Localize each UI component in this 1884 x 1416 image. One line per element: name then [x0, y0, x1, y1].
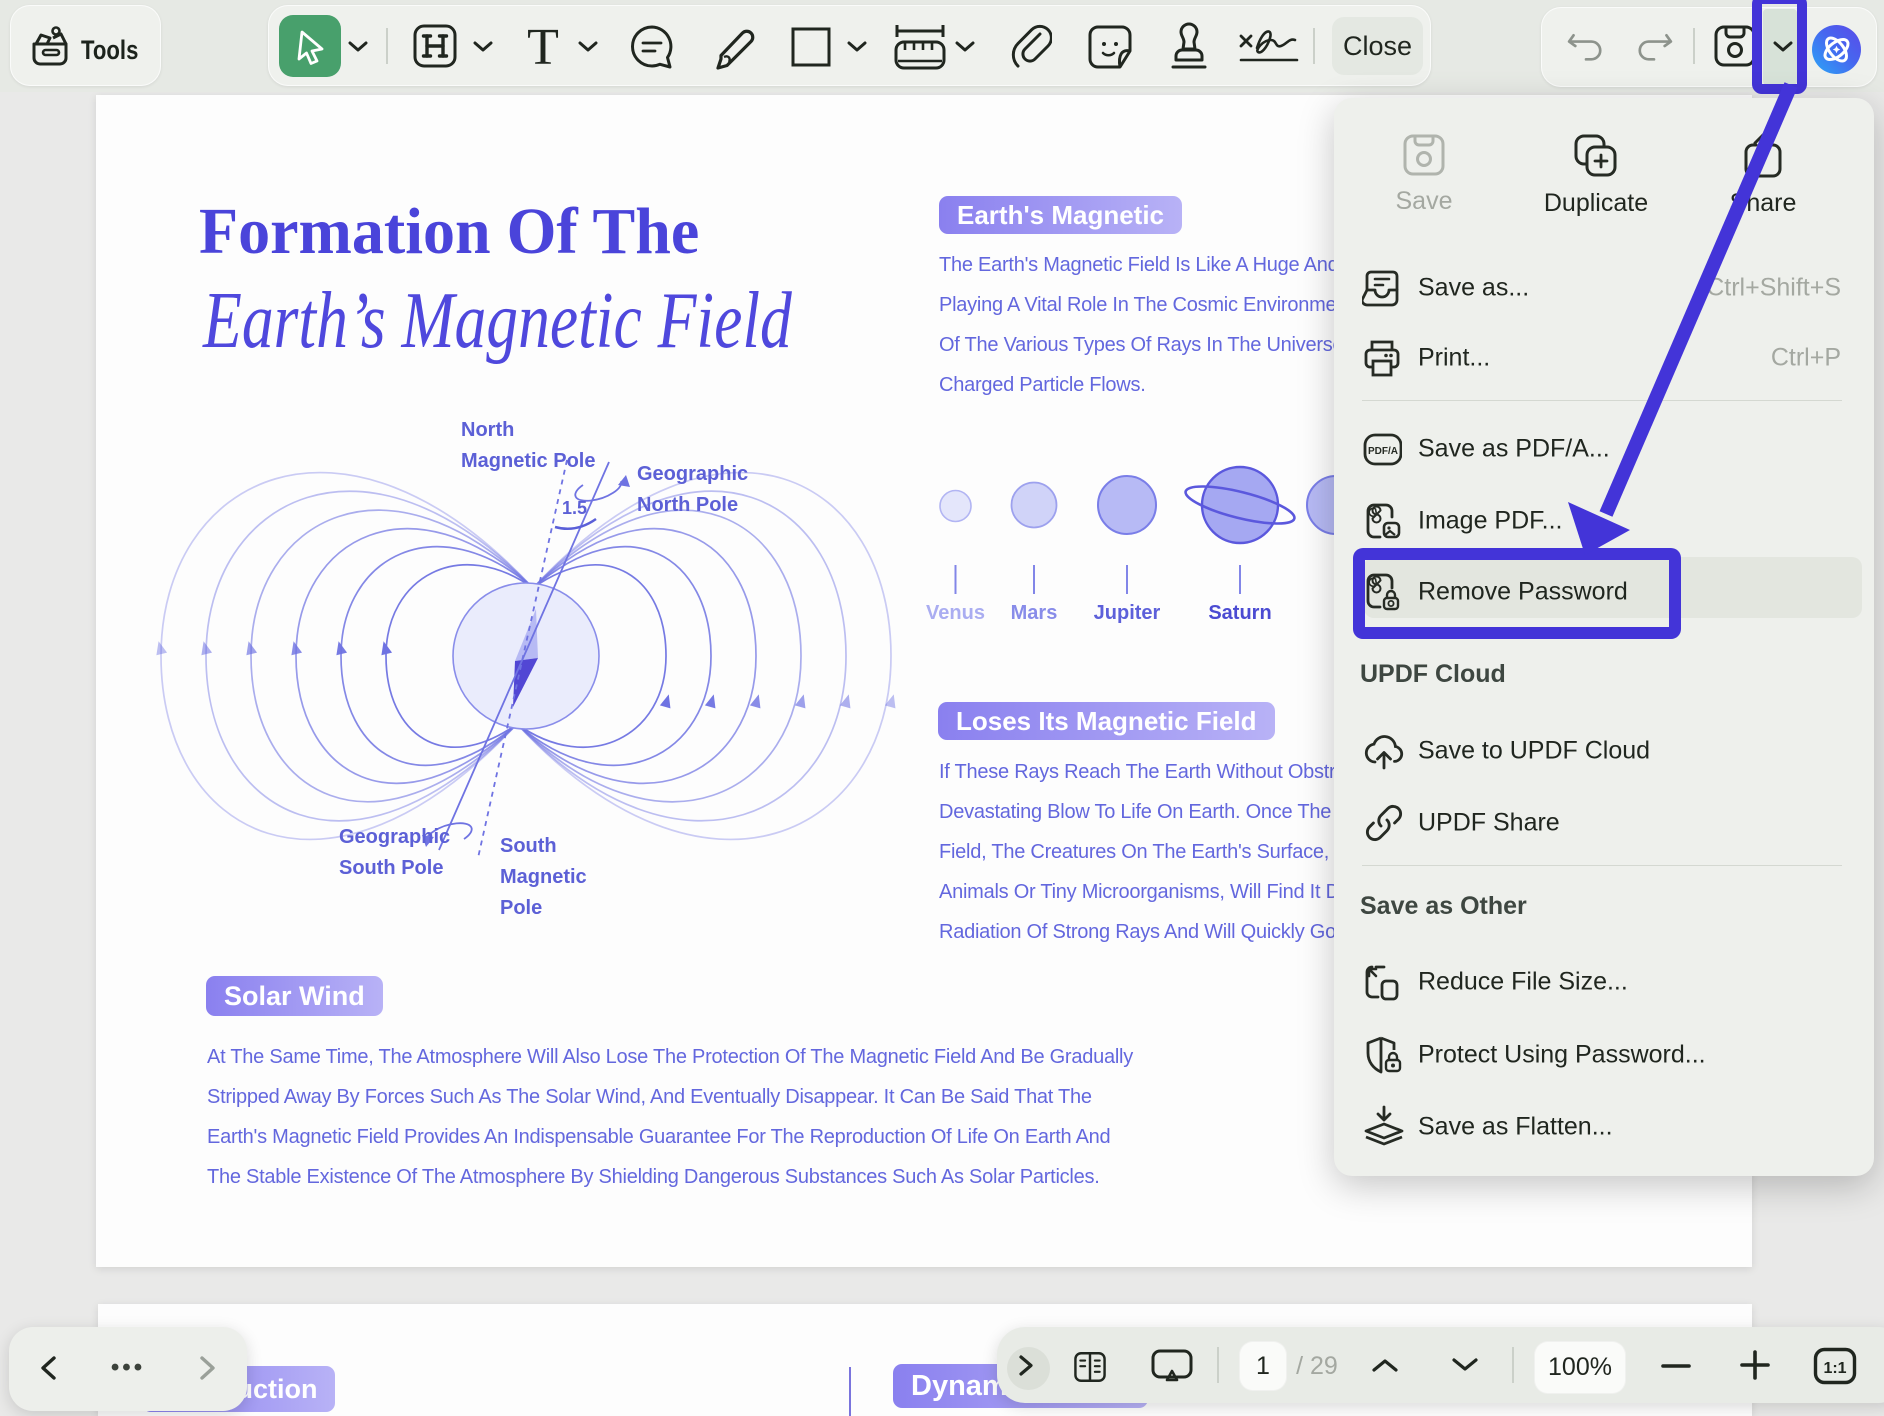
- svg-text:T: T: [527, 22, 559, 72]
- svg-text:PDF/A: PDF/A: [1368, 446, 1398, 457]
- svg-text:1:1: 1:1: [1823, 1360, 1846, 1377]
